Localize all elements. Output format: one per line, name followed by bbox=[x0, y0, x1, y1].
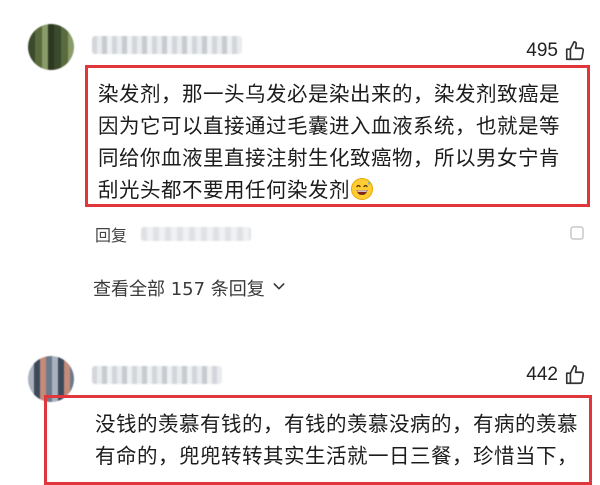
username-redacted[interactable] bbox=[92, 366, 222, 384]
avatar[interactable] bbox=[28, 24, 74, 70]
username-redacted[interactable] bbox=[92, 36, 242, 54]
comment-text-highlight: 染发剂，那一头乌发必是染出来的，染发剂致癌是因为它可以直接通过毛囊进入血液系统，… bbox=[85, 65, 590, 207]
view-all-replies-label: 查看全部 157 条回复 bbox=[93, 279, 265, 300]
comment-text: 没钱的羡慕有钱的，有钱的羡慕没病的，有病的羡慕有命的，兜兜转转其实生活就一日三餐… bbox=[95, 412, 578, 468]
comment-item: 495 染发剂，那一头乌发必是染出来的，染发剂致癌是因为它可以直接通过毛囊进入血… bbox=[0, 0, 600, 340]
like-count: 442 bbox=[526, 364, 558, 385]
thumbs-up-icon bbox=[564, 364, 586, 386]
reply-button[interactable]: 回复 bbox=[95, 222, 127, 246]
comment-item: 442 没钱的羡慕有钱的，有钱的羡慕没病的，有病的羡慕有命的，兜兜转转其实生活就… bbox=[0, 340, 600, 485]
like-count: 495 bbox=[526, 40, 558, 61]
reply-meta-redacted bbox=[141, 227, 252, 241]
grinning-sweat-emoji-icon bbox=[350, 177, 374, 210]
thumbs-up-icon bbox=[564, 40, 586, 62]
comment-text: 染发剂，那一头乌发必是染出来的，染发剂致癌是因为它可以直接通过毛囊进入血液系统，… bbox=[98, 82, 560, 202]
like-button[interactable]: 442 bbox=[526, 364, 586, 386]
view-all-replies-button[interactable]: 查看全部 157 条回复 bbox=[93, 275, 287, 301]
chevron-down-icon bbox=[271, 278, 287, 299]
like-button[interactable]: 495 bbox=[526, 40, 586, 62]
comment-text-highlight: 没钱的羡慕有钱的，有钱的羡慕没病的，有病的羡慕有命的，兜兜转转其实生活就一日三餐… bbox=[44, 395, 592, 485]
reply-row: 回复 bbox=[95, 222, 252, 246]
more-icon[interactable] bbox=[568, 224, 586, 246]
